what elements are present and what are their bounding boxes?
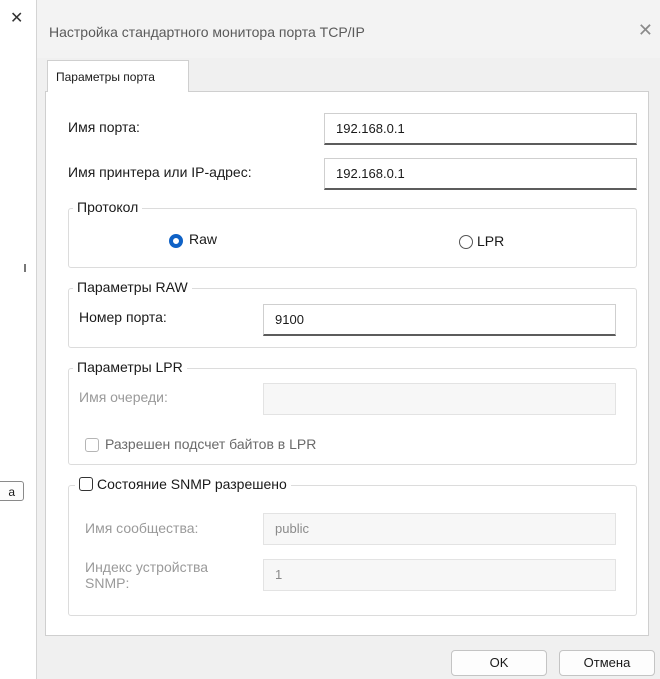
printer-address-input[interactable]: 192.168.0.1 bbox=[324, 158, 637, 190]
lpr-radio[interactable] bbox=[459, 235, 473, 249]
title-bar: Настройка стандартного монитора порта TC… bbox=[37, 0, 660, 58]
protocol-legend: Протокол bbox=[73, 199, 143, 215]
queue-name-input[interactable] bbox=[263, 383, 616, 415]
community-name-label: Имя сообщества: bbox=[85, 520, 199, 536]
device-index-input[interactable]: 1 bbox=[263, 559, 616, 591]
port-name-label: Имя порта: bbox=[68, 119, 140, 135]
device-index-label: Индекс устройства SNMP: bbox=[85, 559, 208, 591]
port-number-input[interactable]: 9100 bbox=[263, 304, 616, 336]
device-index-label-line1: Индекс устройства bbox=[85, 559, 209, 575]
tcpip-port-dialog: Настройка стандартного монитора порта TC… bbox=[36, 0, 660, 679]
ok-button[interactable]: OK bbox=[451, 650, 547, 676]
queue-name-label: Имя очереди: bbox=[79, 389, 168, 405]
raw-radio[interactable] bbox=[169, 234, 183, 248]
lpr-settings-group: Параметры LPR Имя очереди: Разрешен подс… bbox=[68, 359, 637, 465]
lpr-settings-legend: Параметры LPR bbox=[73, 359, 187, 375]
raw-radio-label[interactable]: Raw bbox=[189, 231, 217, 247]
port-settings-panel: Имя порта: 192.168.0.1 Имя принтера или … bbox=[45, 91, 649, 636]
snmp-enabled-checkbox[interactable] bbox=[79, 477, 93, 491]
port-name-input[interactable]: 192.168.0.1 bbox=[324, 113, 637, 145]
device-index-label-line2: SNMP: bbox=[85, 575, 130, 591]
snmp-legend: Состояние SNMP разрешено bbox=[75, 476, 291, 492]
lpr-byte-count-checkbox[interactable] bbox=[85, 438, 99, 452]
port-number-label: Номер порта: bbox=[79, 309, 167, 325]
close-icon[interactable]: ✕ bbox=[638, 20, 653, 41]
protocol-group: Протокол Raw LPR bbox=[68, 199, 637, 268]
lpr-byte-count-label: Разрешен подсчет байтов в LPR bbox=[105, 436, 317, 452]
snmp-group: Состояние SNMP разрешено Имя сообщества:… bbox=[68, 476, 637, 616]
printer-address-label: Имя принтера или IP-адрес: bbox=[68, 164, 252, 180]
snmp-enabled-label[interactable]: Состояние SNMP разрешено bbox=[97, 476, 287, 492]
community-name-input[interactable]: public bbox=[263, 513, 616, 545]
tab-port-settings[interactable]: Параметры порта bbox=[47, 60, 189, 92]
lpr-radio-label[interactable]: LPR bbox=[477, 233, 504, 249]
cancel-button[interactable]: Отмена bbox=[559, 650, 655, 676]
dialog-title: Настройка стандартного монитора порта TC… bbox=[49, 24, 365, 40]
background-mark bbox=[24, 264, 26, 272]
raw-settings-legend: Параметры RAW bbox=[73, 279, 192, 295]
raw-settings-group: Параметры RAW Номер порта: 9100 bbox=[68, 279, 637, 348]
background-button[interactable]: а bbox=[0, 481, 24, 501]
background-close-icon[interactable]: ✕ bbox=[10, 8, 23, 28]
